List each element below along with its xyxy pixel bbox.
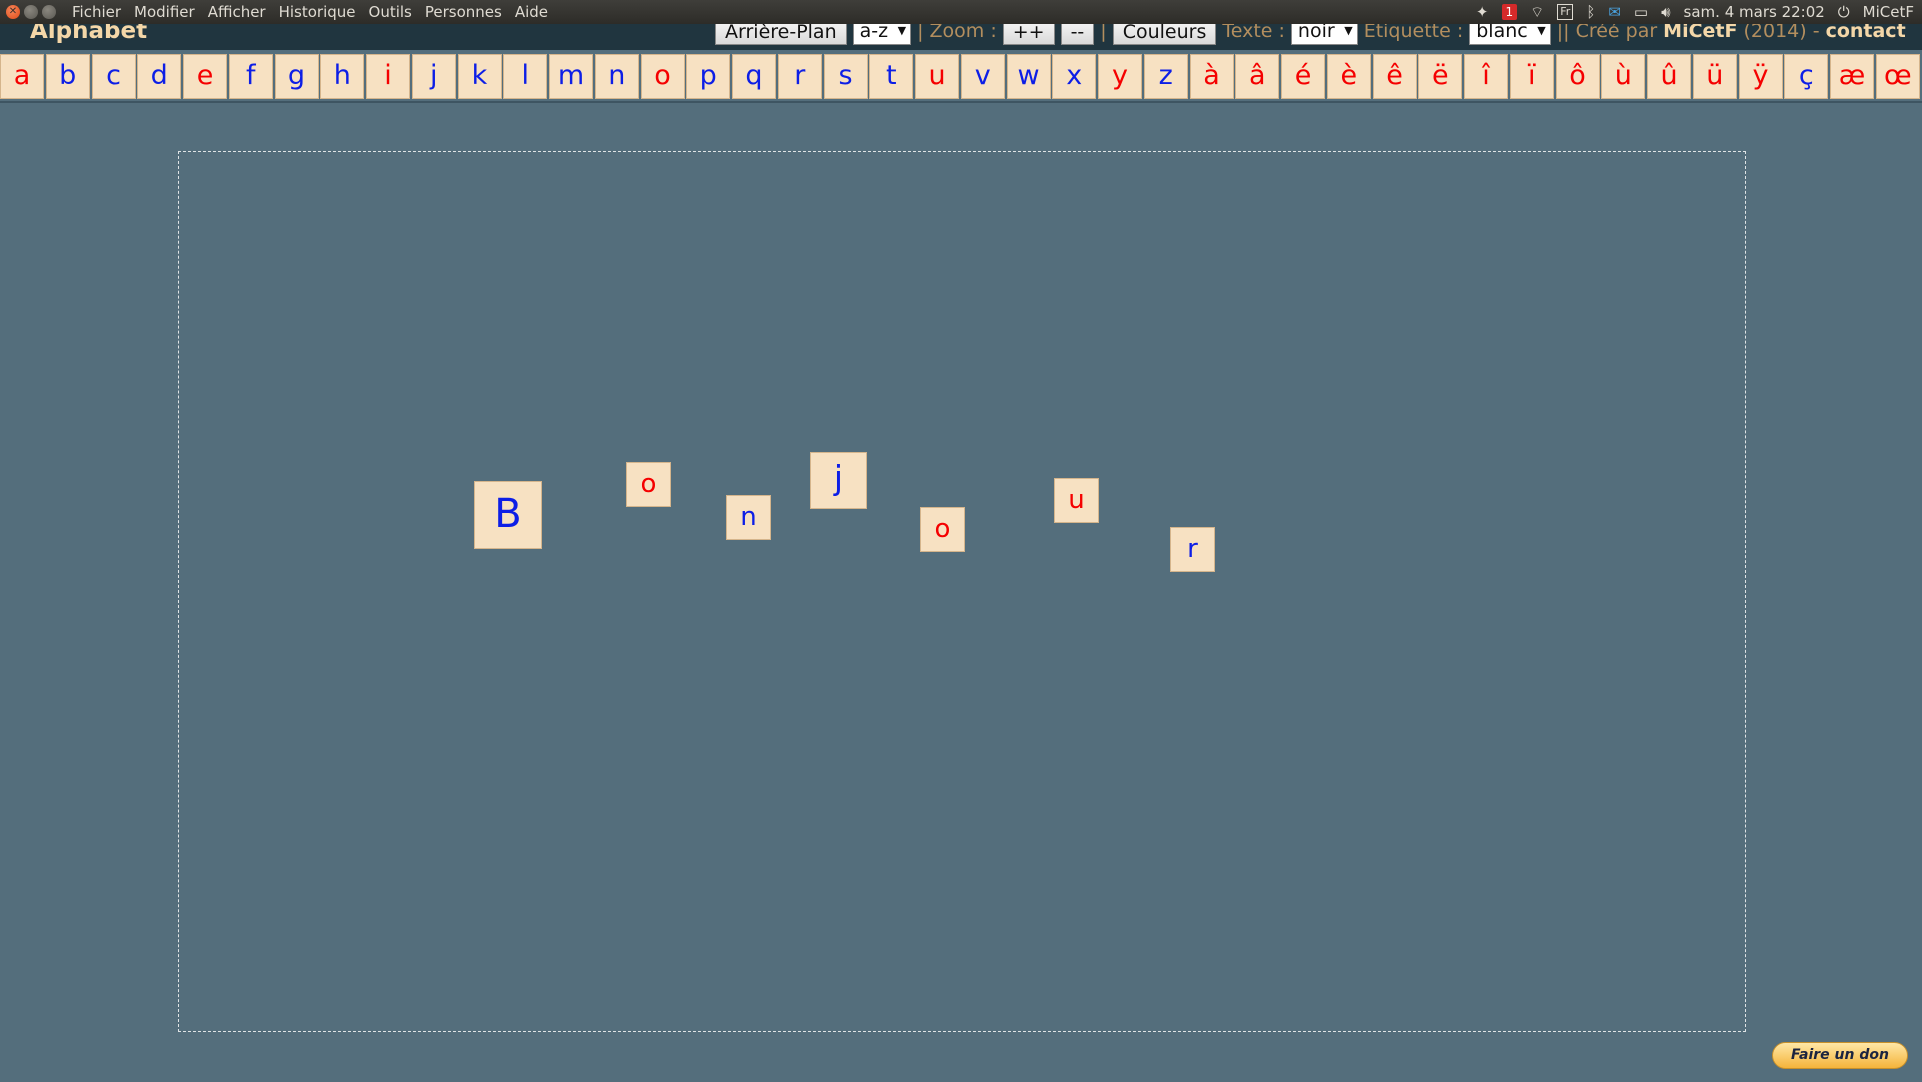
letter-button[interactable]: ù (1601, 54, 1646, 99)
letter-button[interactable]: z (1143, 54, 1188, 99)
system-top-panel: ✕ Fichier Modifier Afficher Historique O… (0, 0, 1922, 24)
divider (0, 101, 1922, 103)
letter-button[interactable]: é (1281, 54, 1325, 99)
separator: | (917, 24, 924, 42)
menu-aide[interactable]: Aide (515, 0, 548, 24)
letter-button[interactable]: â (1235, 54, 1280, 99)
letter-button[interactable]: m (549, 54, 593, 99)
letter-button[interactable]: ê (1372, 54, 1417, 99)
menu-personnes[interactable]: Personnes (425, 0, 502, 24)
zoom-label: Zoom : (929, 24, 997, 42)
menu-afficher[interactable]: Afficher (208, 0, 266, 24)
battery-icon[interactable]: ▭ (1634, 0, 1648, 24)
letter-button[interactable]: æ (1830, 54, 1874, 99)
contact-link[interactable]: contact (1826, 24, 1906, 42)
letter-tile[interactable]: n (726, 495, 771, 540)
window-close-button[interactable]: ✕ (6, 5, 20, 19)
letter-button[interactable]: k (457, 54, 502, 99)
letter-button[interactable]: y (1098, 54, 1142, 99)
letter-button[interactable]: c (91, 54, 136, 99)
letter-button[interactable]: f (228, 54, 273, 99)
notification-badge[interactable]: 1 (1501, 4, 1518, 20)
window-minimize-button[interactable] (24, 5, 38, 19)
letter-button[interactable]: j (411, 54, 456, 99)
letter-button[interactable]: î (1464, 54, 1508, 99)
credit-author: MiCetF (1663, 24, 1738, 42)
letter-button[interactable]: œ (1875, 54, 1920, 99)
letter-button[interactable]: ï (1509, 54, 1554, 99)
letter-button[interactable]: u (915, 54, 959, 99)
label-color-label: Étiquette : (1363, 24, 1464, 42)
letter-button[interactable]: à (1189, 54, 1234, 99)
credit-year: (2014) - (1743, 24, 1820, 42)
close-icon: ✕ (8, 6, 18, 17)
letter-button[interactable]: r (777, 54, 822, 99)
letter-button[interactable]: è (1326, 54, 1371, 99)
letter-button[interactable]: ü (1692, 54, 1737, 99)
letter-button[interactable]: t (869, 54, 914, 99)
bluetooth-icon[interactable]: ᛒ (1586, 0, 1595, 24)
page-title: Alphabet (30, 24, 148, 44)
letter-tile[interactable]: o (920, 507, 965, 552)
letter-button[interactable]: ÿ (1738, 54, 1783, 99)
label-color-select[interactable]: blanc (1469, 24, 1551, 45)
letter-button[interactable]: û (1647, 54, 1691, 99)
app-header: Alphabet Arrière-Plan a-z | Zoom : ++ --… (0, 24, 1922, 50)
menu-historique[interactable]: Historique (279, 0, 356, 24)
colors-button[interactable]: Couleurs (1112, 24, 1217, 45)
window-menubar: Fichier Modifier Afficher Historique Out… (72, 0, 548, 24)
letter-button[interactable]: e (183, 54, 227, 99)
letter-button[interactable]: s (823, 54, 868, 99)
text-color-label: Texte : (1222, 24, 1285, 42)
letter-tile[interactable]: r (1170, 527, 1215, 572)
letter-tile[interactable]: o (626, 462, 671, 507)
credit-prefix: || Créé par (1556, 24, 1658, 42)
clock[interactable]: sam. 4 mars 22:02 (1684, 0, 1825, 24)
letter-button[interactable]: l (503, 54, 548, 99)
letter-button[interactable]: n (594, 54, 639, 99)
letter-button[interactable]: i (366, 54, 410, 99)
letter-button[interactable]: q (732, 54, 776, 99)
system-tray: ✦ 1 ⌔ Fr ᛒ ✉ ▭ 🔊︎ sam. 4 mars 22:02 ⏻ Mi… (1476, 0, 1914, 24)
zoom-out-button[interactable]: -- (1060, 24, 1095, 45)
letter-palette: abcdefghijklmnopqrstuvwxyzàâéèêëîïôùûüÿç… (0, 54, 1922, 101)
letter-tile[interactable]: j (810, 452, 867, 509)
donate-button[interactable]: Faire un don (1772, 1042, 1908, 1069)
menu-outils[interactable]: Outils (369, 0, 412, 24)
dropbox-icon[interactable]: ✦ (1476, 0, 1489, 24)
letter-button[interactable]: x (1052, 54, 1097, 99)
order-select[interactable]: a-z (852, 24, 912, 45)
letter-button[interactable]: w (1006, 54, 1051, 99)
letter-button[interactable]: o (640, 54, 685, 99)
letter-tile[interactable]: u (1054, 478, 1099, 523)
keyboard-layout-indicator[interactable]: Fr (1557, 4, 1574, 20)
window-maximize-button[interactable] (42, 5, 56, 19)
zoom-in-button[interactable]: ++ (1002, 24, 1055, 45)
letter-button[interactable]: ç (1784, 54, 1829, 99)
letter-tile[interactable]: B (474, 481, 542, 549)
menu-fichier[interactable]: Fichier (72, 0, 121, 24)
user-name[interactable]: MiCetF (1863, 0, 1914, 24)
letter-button[interactable]: g (274, 54, 319, 99)
letter-button[interactable]: a (0, 54, 44, 99)
letter-button[interactable]: d (137, 54, 182, 99)
menu-modifier[interactable]: Modifier (134, 0, 195, 24)
wifi-icon[interactable]: ⌔ (1530, 0, 1544, 24)
toolbar: Arrière-Plan a-z | Zoom : ++ -- | Couleu… (715, 24, 1906, 45)
letter-button[interactable]: p (686, 54, 731, 99)
letter-button[interactable]: ë (1418, 54, 1463, 99)
text-color-select[interactable]: noir (1290, 24, 1358, 45)
work-area[interactable] (178, 151, 1746, 1032)
letter-button[interactable]: ô (1555, 54, 1600, 99)
volume-icon[interactable]: 🔊︎ (1661, 0, 1670, 24)
letter-button[interactable]: h (320, 54, 365, 99)
separator: | (1100, 24, 1107, 42)
letter-button[interactable]: v (960, 54, 1005, 99)
background-button[interactable]: Arrière-Plan (715, 24, 847, 45)
letter-button[interactable]: b (45, 54, 90, 99)
mail-icon[interactable]: ✉ (1608, 0, 1621, 24)
power-icon[interactable]: ⏻ (1838, 0, 1850, 24)
